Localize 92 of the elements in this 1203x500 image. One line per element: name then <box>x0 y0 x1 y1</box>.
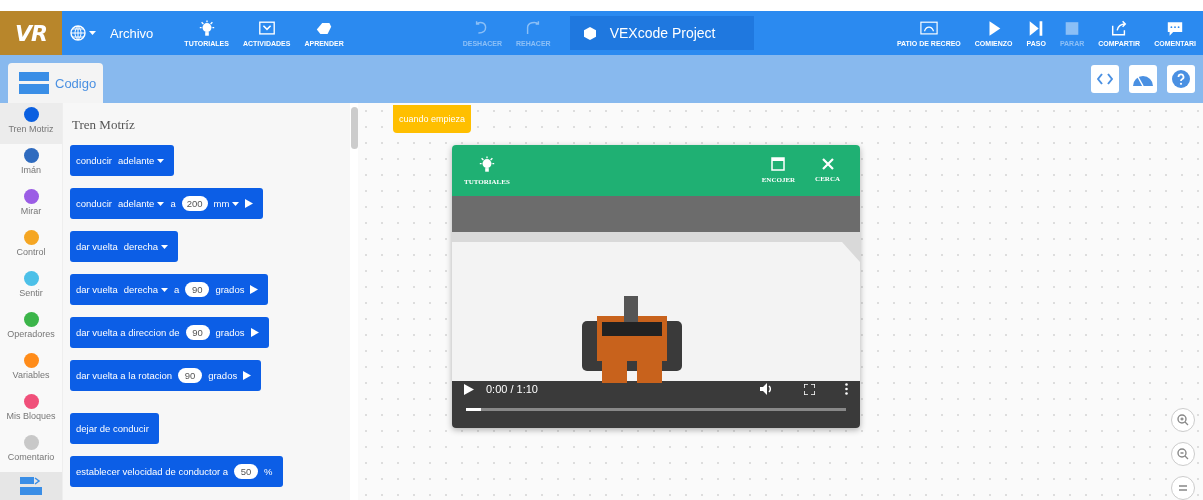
block-dropdown[interactable]: derecha <box>123 284 169 295</box>
caret-icon <box>232 201 240 206</box>
code-view-button[interactable] <box>1091 65 1119 93</box>
run-icon <box>250 328 259 337</box>
block-label: grados <box>215 327 245 338</box>
speaker-icon <box>760 383 774 395</box>
block-dropdown[interactable]: adelante <box>117 198 165 209</box>
window-icon <box>771 157 786 171</box>
category-item[interactable]: Comentario <box>0 431 62 472</box>
block-label: establecer velocidad de conductor a <box>76 466 229 477</box>
extension-button[interactable] <box>0 472 62 500</box>
category-item[interactable]: Imán <box>0 144 62 185</box>
comment-icon <box>1166 19 1185 37</box>
number-input[interactable]: 50 <box>234 464 259 479</box>
play-icon <box>464 383 474 395</box>
project-name-field[interactable]: VEXcode Project <box>569 16 754 50</box>
code-block[interactable]: dar vuelta derecha <box>70 231 179 262</box>
number-input[interactable]: 90 <box>185 325 210 340</box>
run-icon <box>250 285 259 294</box>
landscape-screen-icon <box>919 19 938 37</box>
video-time: 0:00 / 1:10 <box>486 383 538 395</box>
block-label: a <box>174 284 180 295</box>
caret-icon <box>157 158 165 163</box>
more-button[interactable] <box>845 383 848 395</box>
hexagon-icon <box>583 26 596 40</box>
dashboard-button[interactable] <box>1129 65 1157 93</box>
code-icon <box>1097 73 1113 85</box>
checkbox-screen-icon <box>257 19 276 37</box>
fullscreen-button[interactable] <box>804 383 815 395</box>
help-button[interactable] <box>1167 65 1195 93</box>
category-item[interactable]: Mis Bloques <box>0 390 62 431</box>
category-title: Tren Motríz <box>72 117 136 133</box>
volume-button[interactable] <box>760 383 774 395</box>
block-label: dar vuelta a la rotacion <box>76 370 173 381</box>
category-item[interactable]: Variables <box>0 349 62 390</box>
zoom-out-icon <box>1177 448 1189 460</box>
share-icon <box>1110 19 1129 37</box>
scrollbar-thumb[interactable] <box>351 107 358 149</box>
number-input[interactable]: 90 <box>185 282 210 297</box>
zoom-in-button[interactable] <box>1171 408 1195 432</box>
caret-icon <box>161 244 169 249</box>
block-dropdown[interactable]: mm <box>213 198 240 209</box>
blocks-icon <box>19 72 49 94</box>
block-label: dar vuelta a direccion de <box>76 327 180 338</box>
reset-zoom-button[interactable] <box>1171 476 1195 500</box>
block-label: dar vuelta <box>76 241 118 252</box>
category-item[interactable]: Tren Motriz <box>0 103 62 144</box>
caret-icon <box>161 287 169 292</box>
equals-icon <box>1178 485 1188 491</box>
video-progress-bar[interactable] <box>466 408 846 411</box>
block-label: grados <box>215 284 245 295</box>
category-item[interactable]: Mirar <box>0 185 62 226</box>
file-menu[interactable]: Archivo <box>110 25 154 41</box>
help-icon <box>1172 70 1190 88</box>
block-label: % <box>264 466 273 477</box>
block-dropdown[interactable]: derecha <box>123 241 169 252</box>
caret-icon <box>89 31 96 35</box>
lightbulb-icon <box>197 19 216 37</box>
extension-icon <box>20 477 42 495</box>
block-label: dejar de conducir <box>76 423 149 434</box>
code-block[interactable]: dar vuelta a direccion de 90 grados <box>70 317 269 348</box>
category-item[interactable]: Operadores <box>0 308 62 349</box>
block-label: grados <box>208 370 238 381</box>
number-input[interactable]: 90 <box>178 368 203 383</box>
close-icon <box>821 158 834 170</box>
caret-icon <box>157 201 165 206</box>
fullscreen-icon <box>804 383 815 395</box>
code-block[interactable]: conducir adelante a 200 mm <box>70 188 264 219</box>
code-block[interactable]: establecer velocidad de conductor a 50 % <box>70 456 283 487</box>
play-button[interactable] <box>464 383 474 395</box>
block-label: conducir <box>76 198 112 209</box>
zoom-in-icon <box>1177 414 1189 426</box>
block-dropdown[interactable]: adelante <box>117 155 165 166</box>
category-item[interactable]: Control <box>0 226 62 267</box>
more-icon <box>845 383 848 395</box>
block-label: conducir <box>76 155 112 166</box>
run-icon <box>245 199 254 208</box>
lightbulb-icon <box>477 155 496 173</box>
category-item[interactable]: Sentir <box>0 267 62 308</box>
language-button[interactable] <box>70 25 96 41</box>
zoom-out-button[interactable] <box>1171 442 1195 466</box>
app-logo: VR <box>0 11 62 55</box>
number-input[interactable]: 200 <box>181 196 208 211</box>
globe-icon <box>70 25 86 41</box>
code-block[interactable]: dar vuelta derecha a 90 grados <box>70 274 269 305</box>
run-icon <box>243 371 252 380</box>
code-block[interactable]: conducir adelante <box>70 145 175 176</box>
code-block[interactable]: dar vuelta a la rotacion 90 grados <box>70 360 262 391</box>
code-block[interactable]: dejar de conducir <box>70 413 159 444</box>
code-tab[interactable]: Codigo <box>8 63 103 103</box>
block-label: a <box>170 198 176 209</box>
block-label: dar vuelta <box>76 284 118 295</box>
